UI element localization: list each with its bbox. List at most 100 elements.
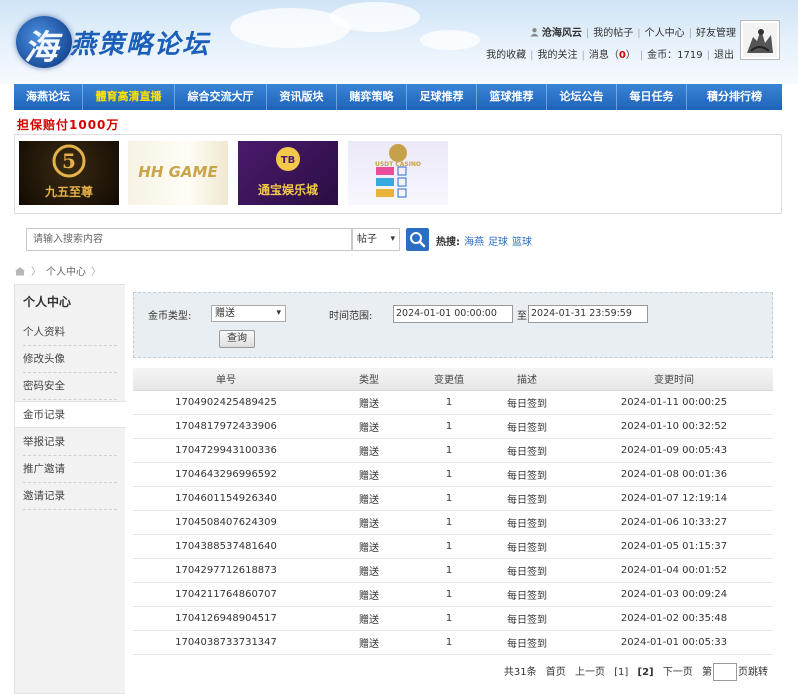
cell-type: 赠送 (319, 462, 419, 487)
cell-change: 1 (419, 414, 479, 439)
search-type-select[interactable]: 帖子 ▾ (352, 228, 400, 251)
table-row: 1704729943100336 赠送 1 每日签到 2024-01-09 00:05:… (133, 438, 773, 463)
search-type-value: 帖子 (357, 234, 377, 245)
nav-item-notice[interactable]: 论坛公告 (547, 84, 617, 110)
svg-text:TB: TB (281, 155, 295, 166)
ad-banner-usdt-casino[interactable]: USDT CASINO (348, 141, 448, 205)
logo-text: 燕策略论坛 (70, 30, 211, 60)
col-header-order-no: 单号 (133, 368, 319, 391)
pager-prev[interactable]: 上一页 (575, 667, 605, 678)
ad-label: 通宝娱乐城 (257, 183, 318, 197)
search-input[interactable]: 请输入搜索内容 (26, 228, 352, 251)
user-icon (530, 28, 539, 37)
logo-badge: 海 (16, 16, 72, 68)
avatar-image (747, 29, 773, 53)
sidebar-item-password[interactable]: 密码安全 (23, 373, 117, 400)
cell-time: 2024-01-02 00:35:48 (575, 606, 773, 631)
cell-type: 赠送 (319, 438, 419, 463)
cell-type: 赠送 (319, 510, 419, 535)
nav-item-football[interactable]: 足球推荐 (407, 84, 477, 110)
sidebar-item-avatar[interactable]: 修改头像 (23, 346, 117, 373)
avatar[interactable] (740, 20, 780, 60)
hot-word-link[interactable]: 足球 (488, 237, 508, 248)
friends-link[interactable]: 好友管理 (696, 28, 736, 39)
end-time-input[interactable]: 2024-01-31 23:59:59 (528, 305, 648, 323)
hot-word-link[interactable]: 海燕 (464, 237, 484, 248)
ad-label: USDT CASINO (374, 161, 422, 168)
ad-label: HH GAME (138, 163, 218, 181)
logout-link[interactable]: 退出 (714, 50, 734, 61)
pager-total: 共31条 (503, 667, 537, 678)
cell-time: 2024-01-03 00:09:24 (575, 582, 773, 607)
user-center-link[interactable]: 个人中心 (645, 28, 685, 39)
logo-char: 海 (24, 28, 58, 68)
cell-type: 赠送 (319, 390, 419, 415)
cell-description: 每日签到 (479, 534, 575, 559)
cell-type: 赠送 (319, 414, 419, 439)
pager-first[interactable]: 首页 (546, 667, 566, 678)
messages-label: 消息 (588, 50, 609, 61)
cell-change: 1 (419, 438, 479, 463)
query-button[interactable]: 查询 (219, 330, 255, 348)
main-nav: 海燕论坛 體育高清直播 綜合交流大厅 资讯版块 赌弈策略 足球推荐 篮球推荐 论… (14, 84, 782, 110)
coin-records-table: 单号 类型 变更值 描述 变更时间 1704902425489425 赠送 1 每日签… (133, 368, 773, 655)
cell-order-no: 1704601154926340 (133, 486, 319, 511)
ad-banner-jiuwu[interactable]: 5 九五至尊 (19, 141, 119, 205)
cell-time: 2024-01-09 00:05:43 (575, 438, 773, 463)
cell-order-no: 1704643296996592 (133, 462, 319, 487)
sidebar-item-coin-records[interactable]: 金币记录 (15, 401, 126, 428)
sidebar-item-invite-records[interactable]: 邀请记录 (23, 483, 117, 510)
chevron-down-icon: ▾ (276, 308, 281, 318)
hot-word-link[interactable]: 篮球 (512, 237, 532, 248)
nav-item-basketball[interactable]: 篮球推荐 (477, 84, 547, 110)
cell-description: 每日签到 (479, 414, 575, 439)
sidebar-item-profile[interactable]: 个人资料 (23, 319, 117, 346)
nav-item-live[interactable]: 體育高清直播 (83, 84, 175, 110)
table-body: 1704902425489425 赠送 1 每日签到 2024-01-11 00:00:… (133, 390, 773, 655)
nav-item-news[interactable]: 资讯版块 (267, 84, 337, 110)
cell-description: 每日签到 (479, 390, 575, 415)
pager-page-1[interactable]: [1] (614, 667, 628, 678)
table-row: 1704388537481640 赠送 1 每日签到 2024-01-05 01:15:… (133, 534, 773, 559)
messages-link[interactable]: 消息（0） (589, 50, 636, 61)
search-button[interactable] (406, 228, 429, 251)
ad-banner-hhgame[interactable]: HH GAME (128, 141, 228, 205)
pager-next[interactable]: 下一页 (663, 667, 693, 678)
chevron-down-icon: ▾ (390, 234, 395, 244)
follow-link[interactable]: 我的关注 (537, 50, 577, 61)
cell-order-no: 1704817972433906 (133, 414, 319, 439)
coin-type-select[interactable]: 赠送 ▾ (211, 305, 286, 322)
favorites-link[interactable]: 我的收藏 (486, 50, 526, 61)
breadcrumb-current[interactable]: 个人中心 (46, 267, 86, 278)
cloud-decoration (330, 2, 420, 32)
cell-order-no: 1704729943100336 (133, 438, 319, 463)
cell-description: 每日签到 (479, 558, 575, 583)
ad-banner-tongbao[interactable]: TB 通宝娱乐城 (238, 141, 338, 205)
nav-item-home[interactable]: 海燕论坛 (14, 84, 83, 110)
ad-label: 九五至尊 (44, 185, 93, 199)
start-time-input[interactable]: 2024-01-01 00:00:00 (393, 305, 513, 323)
page-number-input[interactable] (713, 663, 737, 681)
cell-time: 2024-01-05 01:15:37 (575, 534, 773, 559)
sidebar-item-reports[interactable]: 举报记录 (23, 429, 117, 456)
svg-text:5: 5 (62, 149, 76, 173)
site-header: 海 燕策略论坛 沧海风云 | 我的帖子 | 个人中心 | 好友管理 我的收藏 | 我的关注 | 消息… (0, 0, 798, 84)
cell-change: 1 (419, 510, 479, 535)
site-logo[interactable]: 海 燕策略论坛 (16, 14, 216, 70)
cell-description: 每日签到 (479, 630, 575, 655)
nav-item-daily-task[interactable]: 每日任务 (617, 84, 687, 110)
sidebar-title: 个人中心 (23, 295, 72, 309)
cell-order-no: 1704902425489425 (133, 390, 319, 415)
home-icon[interactable] (14, 266, 26, 276)
search-icon (410, 232, 426, 248)
nav-item-ranking[interactable]: 積分排行榜 (687, 84, 782, 110)
sidebar-item-invite[interactable]: 推广邀请 (23, 456, 117, 483)
nav-item-lobby[interactable]: 綜合交流大厅 (175, 84, 267, 110)
cell-type: 赠送 (319, 486, 419, 511)
cell-change: 1 (419, 558, 479, 583)
nav-item-strategy[interactable]: 赌弈策略 (337, 84, 407, 110)
cell-description: 每日签到 (479, 462, 575, 487)
username-link[interactable]: 沧海风云 (542, 28, 582, 39)
my-posts-link[interactable]: 我的帖子 (593, 28, 633, 39)
pager-jump-button[interactable]: 跳转 (748, 667, 768, 678)
